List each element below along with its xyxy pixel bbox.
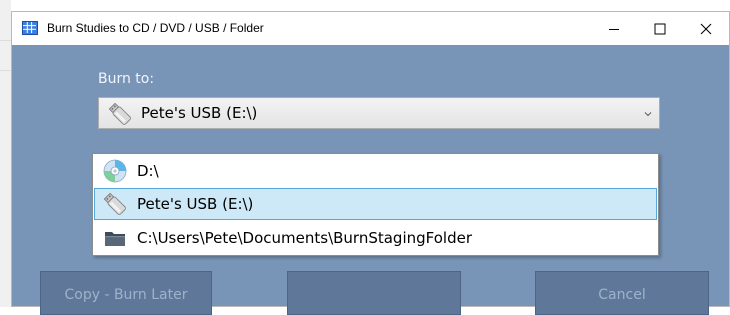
destination-dropdown-list: D:\ Pete's USB (E:\) C:\Users\Pete\Docum… (92, 153, 659, 256)
usb-drive-icon (103, 192, 126, 215)
dropdown-option-d-drive[interactable]: D:\ (94, 155, 657, 187)
dropdown-option-label: Pete's USB (E:\) (137, 195, 254, 213)
maximize-icon (654, 23, 666, 34)
cd-disc-icon (103, 159, 127, 183)
dropdown-option-label: D:\ (137, 162, 159, 180)
app-grid-icon (22, 21, 38, 35)
background-divider (0, 70, 11, 71)
background-divider (0, 40, 11, 41)
maximize-button[interactable] (637, 12, 683, 45)
usb-drive-icon (108, 102, 131, 125)
close-icon (700, 23, 712, 34)
burn-button[interactable] (287, 271, 461, 315)
dropdown-option-label: C:\Users\Pete\Documents\BurnStagingFolde… (137, 229, 472, 247)
title-bar[interactable]: Burn Studies to CD / DVD / USB / Folder (12, 12, 729, 45)
minimize-icon (609, 28, 619, 30)
chevron-down-icon (644, 112, 652, 117)
close-button[interactable] (683, 12, 729, 45)
cancel-button[interactable]: Cancel (535, 271, 709, 315)
copy-burn-later-button[interactable]: Copy - Burn Later (40, 271, 212, 315)
window-title: Burn Studies to CD / DVD / USB / Folder (47, 21, 264, 35)
dropdown-option-staging-folder[interactable]: C:\Users\Pete\Documents\BurnStagingFolde… (94, 222, 657, 254)
minimize-button[interactable] (591, 12, 637, 45)
cancel-button-label: Cancel (598, 287, 646, 303)
burn-destination-select[interactable]: Pete's USB (E:\) (98, 97, 660, 129)
copy-burn-later-label: Copy - Burn Later (64, 287, 188, 303)
background-window-edge (0, 0, 11, 307)
selected-destination: Pete's USB (E:\) (141, 104, 258, 122)
dropdown-option-usb[interactable]: Pete's USB (E:\) (94, 188, 657, 220)
burn-to-label: Burn to: (98, 71, 155, 87)
folder-icon (105, 232, 125, 246)
